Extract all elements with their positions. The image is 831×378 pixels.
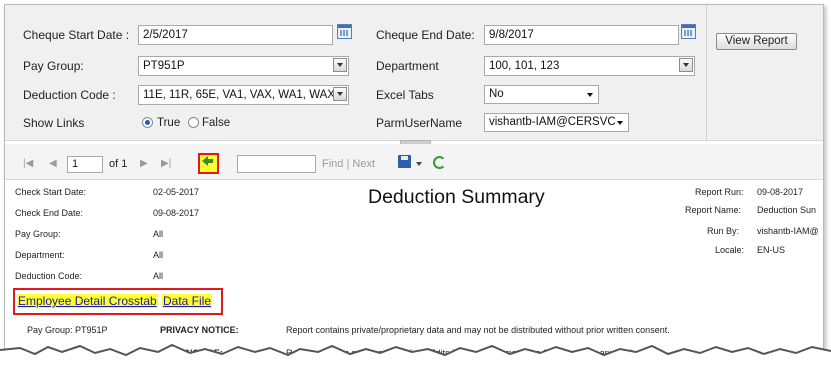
export-save-icon[interactable] xyxy=(398,155,411,168)
report-left-label: Check Start Date: xyxy=(15,187,87,197)
report-right-label: Report Name: xyxy=(685,205,742,215)
report-left-value: All xyxy=(153,271,164,281)
next-page-icon[interactable]: ▶ xyxy=(140,158,148,169)
report-right-value: Deduction Sun xyxy=(757,205,817,215)
pay-group-select[interactable]: PT951P xyxy=(138,56,349,76)
last-page-icon[interactable]: ▶| xyxy=(161,158,171,169)
back-arrow-icon-tail xyxy=(208,159,213,163)
report-left-value: 09-08-2017 xyxy=(153,208,200,218)
show-links-true-label: True xyxy=(157,117,181,129)
page-count: of 1 xyxy=(109,158,128,170)
panel-divider xyxy=(706,5,707,141)
calendar-icon[interactable] xyxy=(337,24,352,39)
find-separator: | xyxy=(346,158,350,170)
show-links-false-radio[interactable] xyxy=(188,117,199,128)
report-left-label: Department: xyxy=(15,250,65,260)
parm-user-select[interactable]: vishantb-IAM@CERSVC xyxy=(484,113,629,132)
chevron-down-icon[interactable] xyxy=(333,87,347,101)
page-number-input[interactable]: 1 xyxy=(67,156,103,173)
report-left-value: All xyxy=(153,229,164,239)
excel-tabs-select[interactable]: No xyxy=(484,85,599,104)
report-right-label: Run By: xyxy=(707,226,740,236)
show-links-false-label: False xyxy=(202,117,231,129)
report-left-label: Pay Group: xyxy=(15,229,61,239)
chevron-down-icon[interactable] xyxy=(333,58,347,72)
employee-detail-crosstab-link[interactable]: Employee Detail Crosstab xyxy=(17,294,158,308)
deduction-code-select[interactable]: 11E, 11R, 65E, VA1, VAX, WA1, WAX xyxy=(138,85,349,105)
chevron-down-icon[interactable] xyxy=(416,162,422,166)
deduction-code-label: Deduction Code : xyxy=(23,88,116,102)
first-page-icon[interactable]: |◀ xyxy=(23,158,33,169)
find-controls: Find | Next xyxy=(322,158,375,170)
report-right-value: vishantb-IAM@ xyxy=(757,226,819,236)
parm-user-label: ParmUserName xyxy=(376,116,463,130)
calendar-icon[interactable] xyxy=(681,24,696,39)
report-toolbar xyxy=(5,144,823,180)
view-report-button[interactable]: View Report xyxy=(716,33,797,50)
report-left-label: Check End Date: xyxy=(15,208,84,218)
find-next-link[interactable]: Next xyxy=(352,158,375,170)
report-title: Deduction Summary xyxy=(368,186,545,208)
report-right-label: Locale: xyxy=(715,245,745,255)
torn-edge xyxy=(0,343,831,378)
excel-tabs-label: Excel Tabs xyxy=(376,88,434,102)
department-select[interactable]: 100, 101, 123 xyxy=(484,56,695,76)
report-left-value: All xyxy=(153,250,164,260)
show-links-label: Show Links xyxy=(23,116,85,130)
find-link[interactable]: Find xyxy=(322,158,343,170)
find-input[interactable] xyxy=(237,155,316,173)
chevron-down-icon[interactable] xyxy=(679,58,693,72)
data-file-link[interactable]: Data File xyxy=(162,294,213,308)
cheque-start-label: Cheque Start Date : xyxy=(23,28,130,42)
report-right-value: 09-08-2017 xyxy=(757,187,804,197)
cheque-end-label: Cheque End Date: xyxy=(376,28,475,42)
parameters-panel: Cheque Start Date : 2/5/2017 Cheque End … xyxy=(5,5,823,141)
chevron-down-icon xyxy=(617,121,623,125)
report-right-value: EN-US xyxy=(757,245,786,255)
pay-group-label: Pay Group: xyxy=(23,59,84,73)
previous-page-icon[interactable]: ◀ xyxy=(49,158,57,169)
cheque-end-input[interactable]: 9/8/2017 xyxy=(484,25,679,45)
report-left-label: Deduction Code: xyxy=(15,271,83,281)
report-left-value: 02-05-2017 xyxy=(153,187,200,197)
show-links-true-radio[interactable] xyxy=(142,117,153,128)
chevron-down-icon xyxy=(587,93,593,97)
cheque-start-input[interactable]: 2/5/2017 xyxy=(138,25,333,45)
report-right-label: Report Run: xyxy=(695,187,744,197)
department-label: Department xyxy=(376,59,439,73)
refresh-icon[interactable] xyxy=(433,156,446,169)
report-viewer-window: Cheque Start Date : 2/5/2017 Cheque End … xyxy=(4,4,824,370)
